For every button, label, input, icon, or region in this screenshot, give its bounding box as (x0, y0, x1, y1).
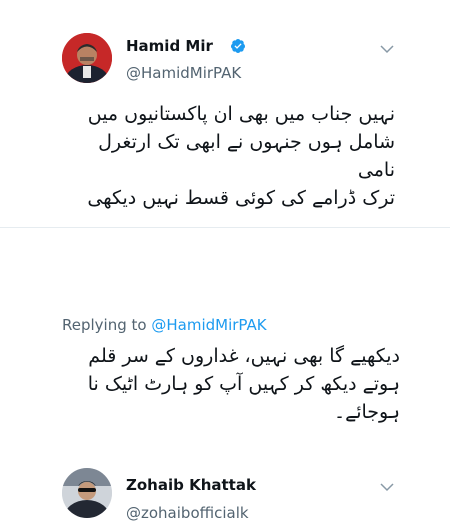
avatar[interactable] (62, 33, 112, 83)
chevron-down-icon[interactable] (380, 482, 394, 492)
tweet-text: نہیں جناب میں بھی ان پاکستانیوں میں شامل… (60, 100, 395, 212)
verified-badge-icon (230, 39, 245, 53)
handle[interactable]: @HamidMirPAK (126, 64, 241, 82)
avatar[interactable] (62, 468, 112, 518)
tweet-hamid-mir[interactable]: Hamid Mir @HamidMirPAK نہیں جناب میں بھی… (0, 0, 450, 228)
replying-to: Replying to @HamidMirPAK (62, 316, 267, 334)
chevron-down-icon[interactable] (380, 44, 394, 54)
handle[interactable]: @zohaibofficialk (126, 504, 249, 522)
tweet-text-line: ترک ڈرامے کی کوئی قسط نہیں دیکھی (87, 187, 395, 209)
tweet-zohaib-khattak[interactable]: Zohaib Khattak @zohaibofficialk (0, 228, 450, 522)
tweet-text-line: شامل ہوں جنہوں نے ابھی تک ارتغرل نامی (98, 131, 395, 181)
display-name[interactable]: Hamid Mir (126, 37, 213, 55)
mention-link[interactable]: @HamidMirPAK (151, 316, 266, 334)
replying-prefix: Replying to (62, 316, 147, 334)
tweet-text-line: نہیں جناب میں بھی ان پاکستانیوں میں (87, 103, 395, 125)
avatar-photo (62, 33, 112, 83)
display-name[interactable]: Zohaib Khattak (126, 476, 256, 494)
avatar-photo (62, 468, 112, 518)
